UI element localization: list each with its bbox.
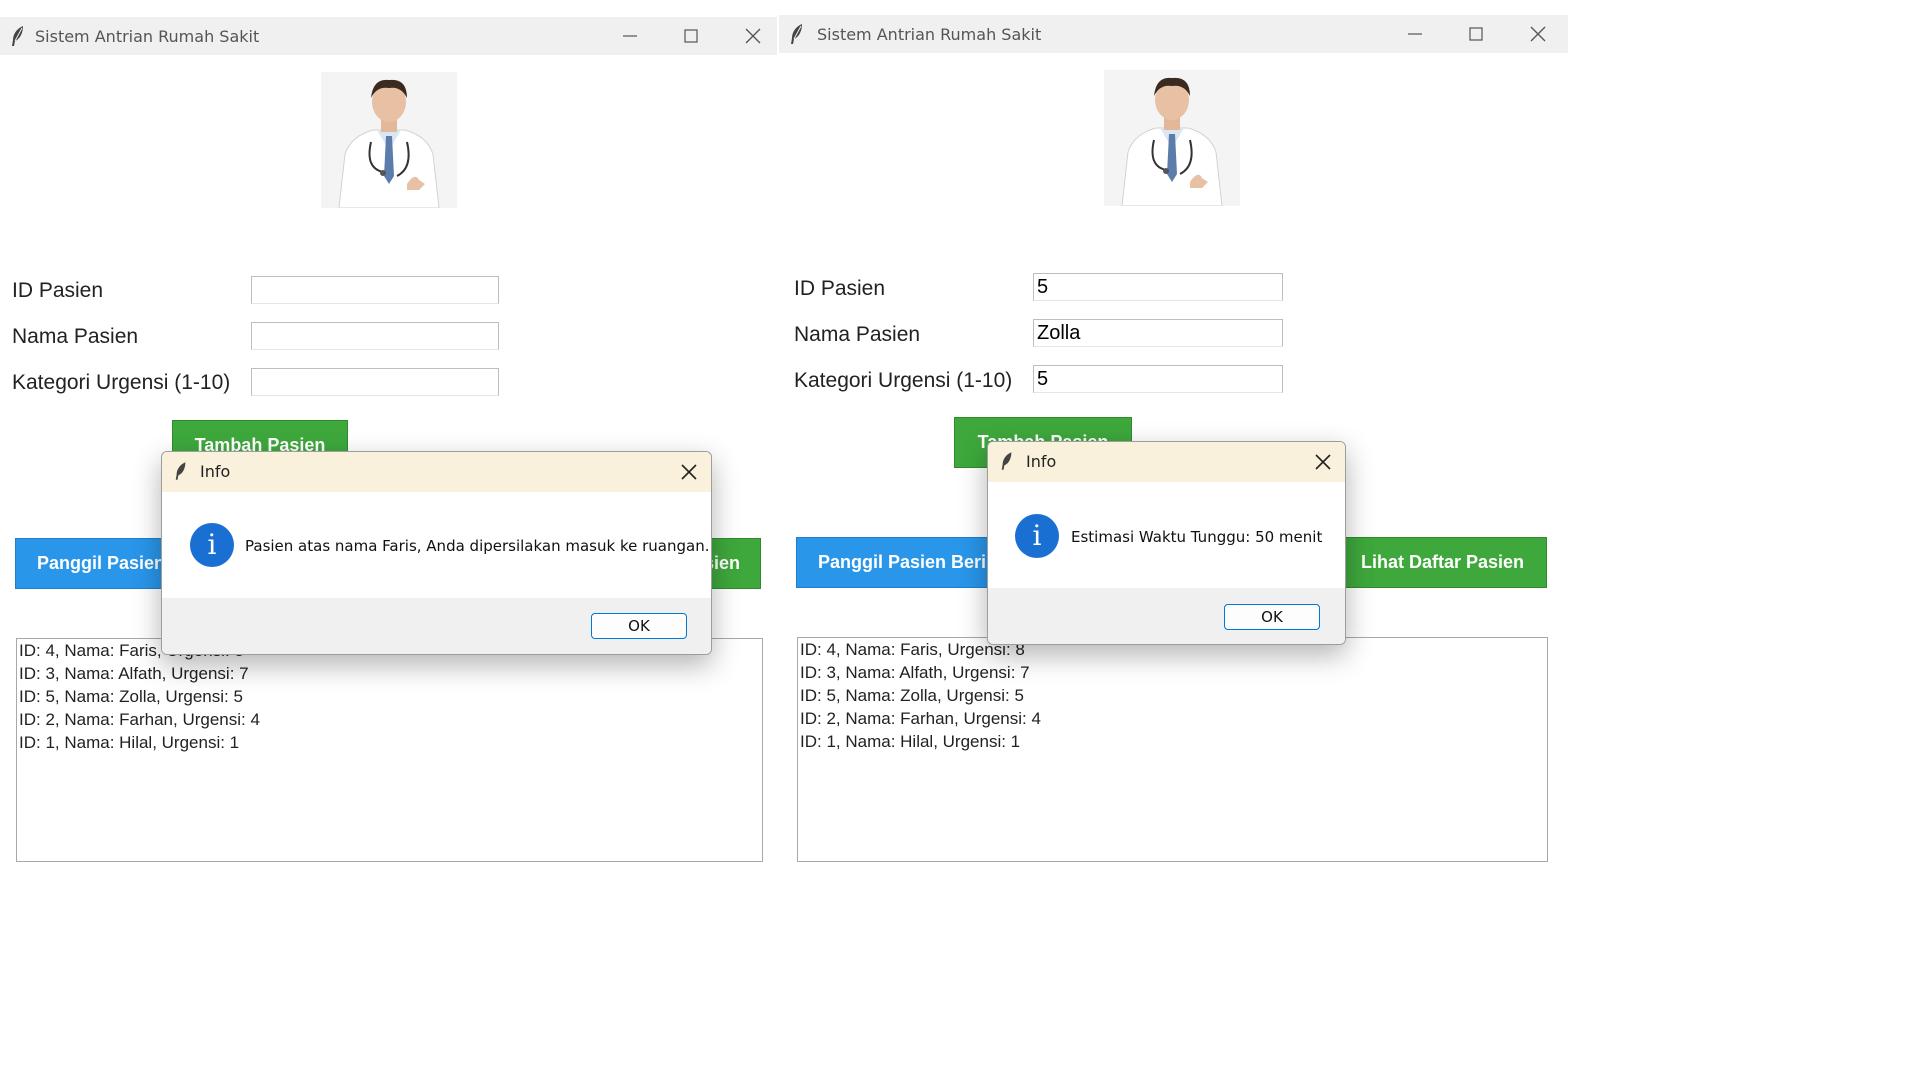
dialog-body: i Pasien atas nama Faris, Anda dipersila… [162, 492, 711, 598]
window-title: Sistem Antrian Rumah Sakit [817, 25, 1042, 44]
lihat-daftar-pasien-button[interactable]: Lihat Daftar Pasien [1339, 537, 1547, 588]
list-item[interactable]: ID: 5, Nama: Zolla, Urgensi: 5 [17, 685, 762, 708]
list-item[interactable]: ID: 5, Nama: Zolla, Urgensi: 5 [798, 684, 1547, 707]
feather-icon [1000, 451, 1014, 476]
feather-icon [789, 23, 805, 45]
maximize-button[interactable] [1458, 19, 1494, 49]
feather-icon [10, 25, 26, 47]
label-nama-pasien: Nama Pasien [794, 323, 921, 346]
info-dialog-left: Info i Pasien atas nama Faris, Anda dipe… [161, 451, 712, 655]
kategori-urgensi-input[interactable] [251, 368, 499, 396]
info-dialog-right: Info i Estimasi Waktu Tunggu: 50 menit O… [987, 441, 1346, 645]
doctor-image [1104, 70, 1240, 207]
info-icon: i [190, 523, 234, 567]
close-button[interactable] [735, 21, 771, 51]
close-button[interactable] [1520, 19, 1556, 49]
label-kategori-urgensi: Kategori Urgensi (1-10) [794, 369, 1013, 392]
id-pasien-input[interactable] [251, 276, 499, 304]
dialog-titlebar[interactable]: Info [162, 452, 711, 492]
window-title: Sistem Antrian Rumah Sakit [35, 27, 260, 46]
window-titlebar[interactable]: Sistem Antrian Rumah Sakit [0, 17, 777, 55]
close-icon [681, 464, 697, 480]
minimize-button[interactable] [612, 21, 648, 51]
list-item[interactable]: ID: 1, Nama: Hilal, Urgensi: 1 [17, 731, 762, 754]
maximize-icon [1469, 27, 1483, 41]
dialog-close-button[interactable] [677, 460, 701, 484]
nama-pasien-input[interactable] [251, 322, 499, 350]
dialog-footer: OK [988, 588, 1345, 644]
patient-queue-list[interactable]: ID: 4, Nama: Faris, Urgensi: 8 ID: 3, Na… [16, 638, 763, 862]
list-item[interactable]: ID: 2, Nama: Farhan, Urgensi: 4 [798, 707, 1547, 730]
dialog-title: Info [1026, 452, 1057, 471]
minimize-button[interactable] [1397, 19, 1433, 49]
info-icon: i [1015, 514, 1059, 558]
close-icon [745, 28, 761, 44]
app-window-right: Sistem Antrian Rumah Sakit ID Pasien 5 N… [779, 15, 1568, 863]
dialog-message: Estimasi Waktu Tunggu: 50 menit [1071, 528, 1323, 546]
maximize-button[interactable] [673, 21, 709, 51]
close-icon [1315, 454, 1331, 470]
dialog-titlebar[interactable]: Info [988, 442, 1345, 482]
id-pasien-input[interactable]: 5 [1033, 273, 1283, 301]
ok-button[interactable]: OK [591, 613, 687, 639]
list-item[interactable]: ID: 3, Nama: Alfath, Urgensi: 7 [798, 661, 1547, 684]
kategori-urgensi-input[interactable]: 5 [1033, 365, 1283, 393]
patient-queue-list[interactable]: ID: 4, Nama: Faris, Urgensi: 8 ID: 3, Na… [797, 637, 1548, 862]
list-item[interactable]: ID: 1, Nama: Hilal, Urgensi: 1 [798, 730, 1547, 753]
list-item[interactable]: ID: 3, Nama: Alfath, Urgensi: 7 [17, 662, 762, 685]
app-window-left: Sistem Antrian Rumah Sakit ID Pasien Nam… [0, 17, 777, 863]
window-titlebar[interactable]: Sistem Antrian Rumah Sakit [779, 15, 1568, 53]
label-kategori-urgensi: Kategori Urgensi (1-10) [12, 371, 231, 394]
dialog-close-button[interactable] [1311, 450, 1335, 474]
dialog-message: Pasien atas nama Faris, Anda dipersilaka… [245, 537, 710, 555]
label-nama-pasien: Nama Pasien [12, 325, 139, 348]
dialog-body: i Estimasi Waktu Tunggu: 50 menit [988, 482, 1345, 588]
feather-icon [174, 461, 188, 486]
list-item[interactable]: ID: 2, Nama: Farhan, Urgensi: 4 [17, 708, 762, 731]
nama-pasien-input[interactable]: Zolla [1033, 319, 1283, 347]
maximize-icon [684, 29, 698, 43]
doctor-image [321, 72, 457, 209]
ok-button[interactable]: OK [1224, 604, 1320, 630]
minimize-icon [1408, 33, 1422, 35]
label-id-pasien: ID Pasien [12, 279, 104, 302]
minimize-icon [623, 35, 637, 37]
dialog-footer: OK [162, 598, 711, 654]
dialog-title: Info [200, 462, 231, 481]
label-id-pasien: ID Pasien [794, 277, 886, 300]
close-icon [1530, 26, 1546, 42]
